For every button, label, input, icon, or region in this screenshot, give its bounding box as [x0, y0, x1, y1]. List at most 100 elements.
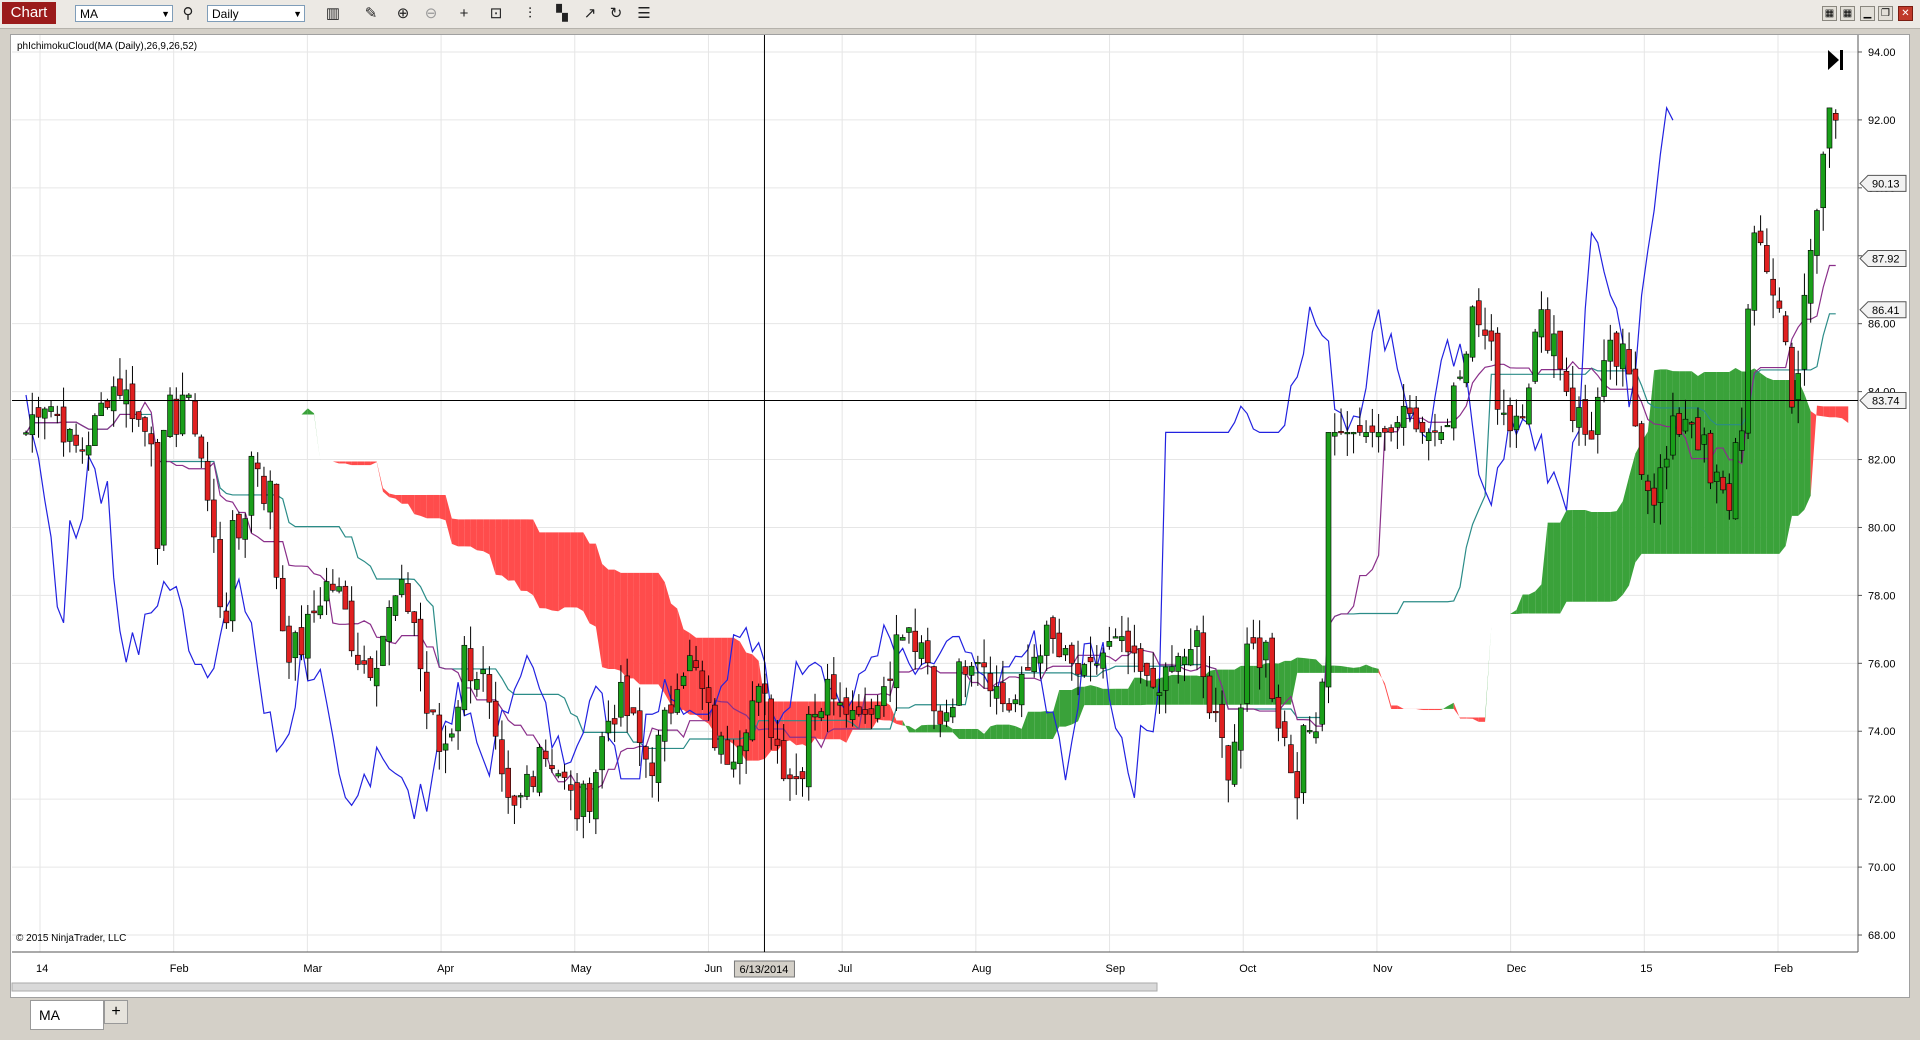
candle-down: [1407, 407, 1413, 414]
candle-up: [41, 408, 48, 419]
cloud-segment: [1679, 371, 1686, 554]
cloud-segment: [1810, 405, 1817, 496]
price-chart[interactable]: 94.0092.0090.0088.0086.0084.0082.0080.00…: [0, 0, 1920, 1000]
candle-down: [135, 411, 142, 420]
cloud-segment: [658, 572, 665, 694]
candle-down: [1507, 405, 1513, 432]
cloud-segment: [595, 543, 603, 668]
cloud-segment: [1121, 688, 1129, 706]
cloud-segment: [1547, 522, 1554, 614]
cloud-segment: [464, 519, 471, 547]
cloud-segment: [1453, 702, 1461, 719]
candle-up: [755, 685, 762, 703]
candle-down: [104, 400, 111, 408]
copyright-text: © 2015 NinjaTrader, LLC: [16, 933, 127, 944]
cloud-segment: [1090, 685, 1097, 706]
cloud-segment: [1253, 665, 1260, 705]
candle-down: [129, 383, 136, 420]
candle-up: [1820, 153, 1827, 209]
candle-up: [380, 635, 386, 666]
candle-up: [1194, 630, 1200, 647]
candle-up: [1713, 471, 1720, 482]
candle-down: [799, 771, 806, 780]
cloud-segment: [721, 637, 728, 740]
tab-ma[interactable]: MA: [30, 1000, 104, 1030]
cloud-segment: [1341, 665, 1348, 673]
cloud-segment: [1466, 717, 1473, 719]
cloud-segment: [1716, 371, 1724, 554]
candle-down: [1638, 423, 1645, 475]
cloud-segment: [1034, 711, 1041, 739]
candle-down: [649, 762, 656, 777]
candle-down: [511, 795, 518, 806]
candle-down: [342, 585, 349, 610]
candle-down: [467, 648, 474, 682]
cloud-segment: [984, 726, 991, 739]
candle-up: [812, 713, 818, 718]
candle-up: [1037, 655, 1044, 664]
candle-down: [367, 658, 374, 678]
candle-up: [1469, 306, 1476, 358]
price-tick-label: 74.00: [1868, 726, 1896, 738]
candle-up: [1231, 741, 1238, 785]
candle-down: [1494, 332, 1501, 410]
candle-down: [117, 378, 123, 396]
cloud-segment: [1654, 369, 1661, 554]
candle-down: [1288, 744, 1294, 774]
cloud-segment: [564, 532, 571, 608]
cloud-segment: [451, 518, 459, 547]
candle-down: [1632, 368, 1639, 427]
cloud-segment: [1184, 675, 1191, 705]
cloud-segment: [1497, 613, 1504, 617]
cloud-segment: [1685, 371, 1692, 554]
cloud-segment: [689, 632, 697, 715]
candle-down: [204, 461, 211, 501]
candle-up: [160, 429, 167, 546]
time-tick-label: Apr: [437, 963, 454, 975]
candle-up: [1319, 681, 1326, 725]
candle-down: [423, 671, 430, 714]
candle-down: [1563, 370, 1570, 392]
candle-down: [1225, 745, 1232, 781]
candle-down: [192, 400, 198, 435]
cloud-segment: [1372, 667, 1379, 673]
candle-down: [1419, 422, 1426, 433]
cloud-segment: [470, 519, 477, 551]
cloud-segment: [1378, 668, 1385, 687]
cloud-segment: [426, 494, 434, 519]
add-tab-button[interactable]: +: [104, 1000, 128, 1024]
candle-up: [1175, 655, 1182, 672]
cloud-segment: [364, 461, 371, 466]
candle-up: [1444, 425, 1451, 428]
candle-up: [267, 480, 274, 513]
candle-down: [987, 673, 994, 692]
candle-down: [1557, 330, 1564, 370]
cloud-segment: [1384, 683, 1392, 709]
candle-up: [893, 634, 900, 689]
cloud-segment: [990, 724, 997, 739]
candle-down: [1000, 682, 1006, 705]
cloud-segment: [1842, 406, 1849, 423]
cloud-segment: [414, 494, 421, 516]
time-tick-label: Feb: [170, 963, 189, 975]
candle-up: [975, 662, 981, 665]
candle-up: [1526, 387, 1532, 425]
cloud-segment: [520, 519, 527, 592]
candle-up: [1062, 648, 1069, 656]
candle-down: [73, 434, 79, 446]
candle-up: [317, 605, 324, 616]
cloud-segment: [896, 720, 903, 726]
candle-down: [1720, 476, 1726, 491]
cloud-segment: [526, 519, 534, 596]
candle-up: [1012, 699, 1019, 705]
cloud-segment: [1647, 370, 1655, 554]
candle-up: [718, 735, 724, 755]
candle-up: [593, 772, 599, 820]
cloud-segment: [1397, 705, 1404, 709]
candle-up: [1031, 656, 1037, 672]
candle-down: [586, 783, 593, 812]
candle-down: [79, 449, 86, 452]
cloud-segment: [476, 519, 484, 552]
candle-down: [142, 417, 148, 432]
cloud-segment: [1804, 393, 1811, 510]
